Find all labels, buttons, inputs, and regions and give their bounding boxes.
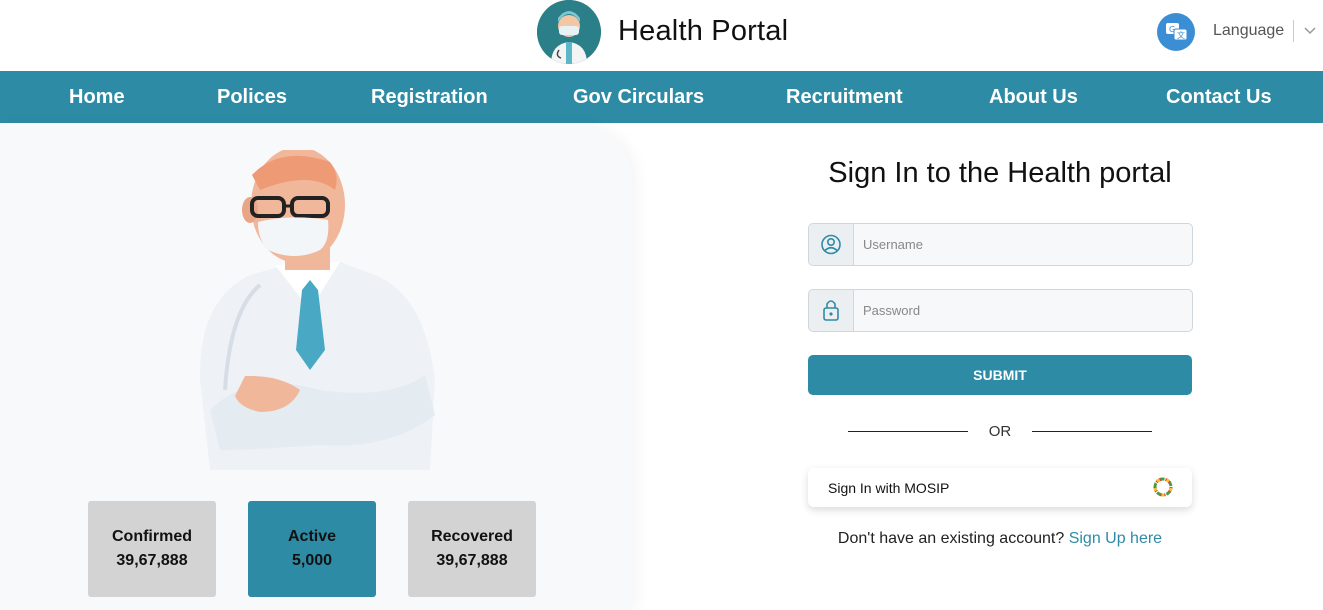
stat-label: Confirmed bbox=[112, 528, 192, 545]
nav-about-us[interactable]: About Us bbox=[989, 71, 1078, 123]
doctor-avatar-icon bbox=[537, 0, 601, 64]
mosip-logo-icon bbox=[1152, 476, 1174, 498]
nav-gov-circulars[interactable]: Gov Circulars bbox=[573, 71, 704, 123]
or-separator: OR bbox=[988, 423, 1012, 440]
nav-contact-us[interactable]: Contact Us bbox=[1166, 71, 1272, 123]
nav-recruitment[interactable]: Recruitment bbox=[786, 71, 903, 123]
stat-label: Active bbox=[287, 528, 337, 545]
stat-value: 39,67,888 bbox=[116, 552, 188, 569]
divider-left bbox=[848, 431, 968, 432]
language-selector-label[interactable]: Language bbox=[1213, 22, 1284, 40]
signup-row: Don't have an existing account? Sign Up … bbox=[790, 530, 1210, 548]
main-nav: Home Polices Registration Gov Circulars … bbox=[0, 71, 1323, 123]
stat-card-active: Active 5,000 bbox=[248, 501, 376, 597]
signin-title: Sign In to the Health portal bbox=[828, 157, 1172, 189]
stat-label: Recovered bbox=[431, 528, 513, 545]
language-divider bbox=[1293, 20, 1294, 42]
username-input[interactable] bbox=[854, 224, 1192, 265]
password-input[interactable] bbox=[854, 290, 1192, 331]
password-field bbox=[808, 289, 1193, 332]
lock-icon bbox=[809, 290, 854, 331]
stat-value: 5,000 bbox=[291, 552, 333, 569]
stat-card-confirmed: Confirmed 39,67,888 bbox=[88, 501, 216, 597]
signup-link[interactable]: Sign Up here bbox=[1069, 530, 1162, 547]
user-icon bbox=[809, 224, 854, 265]
nav-registration[interactable]: Registration bbox=[371, 71, 488, 123]
header: Health Portal G 文 Language bbox=[0, 0, 1323, 71]
translate-icon[interactable]: G 文 bbox=[1157, 13, 1195, 51]
nav-polices[interactable]: Polices bbox=[217, 71, 287, 123]
stat-card-recovered: Recovered 39,67,888 bbox=[408, 501, 536, 597]
site-title: Health Portal bbox=[618, 15, 789, 47]
signup-prompt: Don't have an existing account? bbox=[837, 530, 1065, 547]
stat-value: 39,67,888 bbox=[436, 552, 508, 569]
divider-right bbox=[1032, 431, 1152, 432]
chevron-down-icon[interactable] bbox=[1302, 22, 1318, 38]
svg-text:文: 文 bbox=[1177, 30, 1185, 40]
nav-home[interactable]: Home bbox=[69, 71, 125, 123]
submit-button[interactable]: SUBMIT bbox=[808, 355, 1192, 395]
mosip-signin-button[interactable]: Sign In with MOSIP bbox=[808, 468, 1192, 507]
username-field bbox=[808, 223, 1193, 266]
mosip-signin-label: Sign In with MOSIP bbox=[828, 480, 950, 496]
doctor-illustration bbox=[190, 147, 440, 470]
